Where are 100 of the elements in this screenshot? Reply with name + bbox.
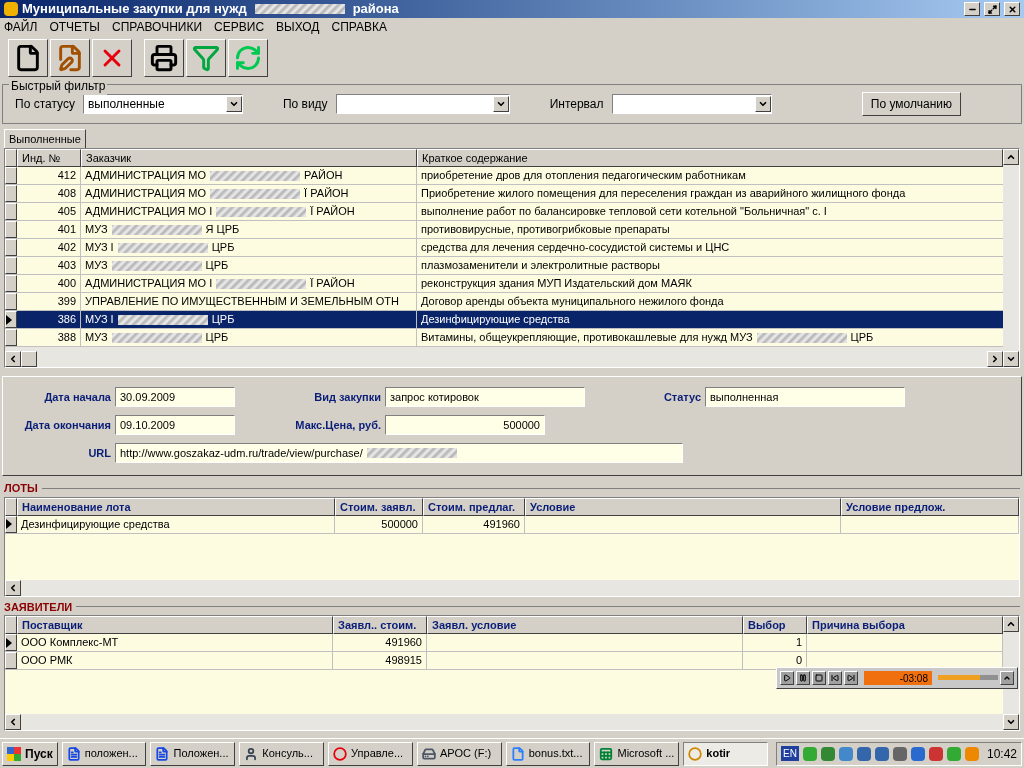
- cell-text: Ї РАЙОН: [310, 204, 355, 220]
- cell-text: ЦРБ: [205, 330, 229, 346]
- window-title: района: [352, 0, 399, 19]
- table-cell-text: ООО РМК: [21, 653, 73, 669]
- column-header[interactable]: Краткое содержание: [417, 149, 1003, 167]
- field-label: Статус: [662, 389, 701, 405]
- table-cell-text: 386: [57, 312, 76, 328]
- table-cell-text: 408: [57, 186, 76, 202]
- column-header[interactable]: Наименование лота: [17, 497, 335, 516]
- table-row[interactable]: 412 АДМИНИСТРАЦИЯ МО РАЙОН приобретение дров для отопления педагогическим работникам: [5, 167, 1003, 185]
- table-row[interactable]: 399 УПРАВЛЕНИЕ ПО ИМУЩЕСТВЕННЫМ И ЗЕМЕЛЬНЫМ ОТН Договор аренды объекта муниципального нежилого фонда: [5, 293, 1003, 311]
- cell-text: Дезинфицирующие средства: [421, 312, 570, 328]
- table-cell-text: 405: [57, 204, 76, 220]
- column-header[interactable]: Условие: [525, 497, 841, 516]
- player-time: -03:08: [864, 670, 932, 685]
- text-field[interactable]: 09.10.2009: [115, 415, 235, 435]
- text-field[interactable]: запрос котировок: [385, 387, 585, 407]
- cell-text: выполнение работ по балансировке тепловой сети котельной "Больничная" с. І: [421, 204, 827, 220]
- menu-item[interactable]: ВЫХОД: [276, 18, 320, 36]
- column-header[interactable]: Стоим. заявл.: [335, 497, 423, 516]
- cell-text: реконструкция здания МУП Издательский дом МАЯК: [421, 276, 692, 292]
- group-title: Быстрый фильтр: [9, 77, 108, 95]
- cell-text: средства для лечения сердечно-сосудистой системы и ЦНС: [421, 240, 730, 256]
- filter-label: По виду: [282, 96, 328, 113]
- section-title: ЗАЯВИТЕЛИ: [4, 599, 73, 615]
- start-button[interactable]: Пуск: [2, 741, 58, 766]
- column-header[interactable]: Заявл.. стоим.: [333, 616, 427, 634]
- taskbar-button[interactable]: kotir: [683, 741, 769, 766]
- table-cell-text: 400: [57, 276, 76, 292]
- field-label: Дата начала: [43, 389, 111, 405]
- table-cell-text: 491960: [385, 635, 422, 651]
- column-header[interactable]: Причина выбора: [807, 616, 1003, 634]
- text-field[interactable]: 30.09.2009: [115, 387, 235, 407]
- cell-text: Я ЦРБ: [205, 222, 240, 238]
- table-cell-text: 491960: [483, 516, 520, 532]
- menu-item[interactable]: СПРАВКА: [331, 18, 387, 36]
- table-cell-text: 1: [795, 635, 802, 651]
- field-label: Дата окончания: [23, 417, 111, 433]
- default-button[interactable]: По умолчанию: [861, 92, 961, 116]
- menu-item[interactable]: ФАЙЛ: [4, 18, 38, 36]
- table-row[interactable]: 403 МУЗ ЦРБ плазмозаменители и электролитные растворы: [5, 257, 1003, 275]
- table-cell-text: 388: [57, 330, 76, 346]
- table-row[interactable]: 388 МУЗ ЦРБ Витамины, общеукрепляющие, противокашлевые для нужд МУЗ ЦРБ: [5, 329, 1003, 347]
- taskbar-button[interactable]: bonus.txt...: [505, 741, 591, 766]
- taskbar-button[interactable]: APOC (F:): [416, 741, 502, 766]
- column-header[interactable]: Заказчик: [81, 149, 417, 167]
- filter-dropdown[interactable]: выполненные: [82, 94, 243, 114]
- cell-text: ЦРБ: [205, 258, 229, 274]
- field-label: URL: [87, 445, 111, 461]
- cell-text: Витамины, общеукрепляющие, противокашлевые для нужд МУЗ: [421, 330, 753, 346]
- table-row[interactable]: 401 МУЗ Я ЦРБ противовирусные, противогрибковые препараты: [5, 221, 1003, 239]
- taskbar-button[interactable]: Управле...: [328, 741, 413, 766]
- table-row[interactable]: 408 АДМИНИСТРАЦИЯ МО Ї РАЙОН Приобретение жилого помещения для переселения граждан из аварийного жилищного фонда: [5, 185, 1003, 203]
- table-row[interactable]: 400 АДМИНИСТРАЦИЯ МО І Ї РАЙОН реконструкция здания МУП Издательский дом МАЯК: [5, 275, 1003, 293]
- column-header[interactable]: Выбор: [743, 616, 807, 634]
- menu-item[interactable]: ОТЧЕТЫ: [49, 18, 100, 36]
- window-title: Муниципальные закупки для нужд: [22, 0, 247, 19]
- table-row[interactable]: 405 АДМИНИСТРАЦИЯ МО І Ї РАЙОН выполнение работ по балансировке тепловой сети котельной "Больничная" с. І: [5, 203, 1003, 221]
- column-header[interactable]: Поставщик: [17, 616, 333, 634]
- language-indicator[interactable]: EN: [781, 746, 799, 761]
- taskbar-button[interactable]: положен...: [61, 741, 147, 766]
- tab[interactable]: Выполненные: [4, 129, 86, 148]
- table-cell-text: 402: [57, 240, 76, 256]
- filter-label: Интервал: [549, 96, 604, 113]
- column-header[interactable]: Заявл. условие: [427, 616, 743, 634]
- cell-text: ЦРБ: [850, 330, 874, 346]
- column-header[interactable]: Условие предлож.: [841, 497, 1019, 516]
- text-field[interactable]: 500000: [385, 415, 545, 435]
- cell-text: приобретение дров для отопления педагогическим работникам: [421, 168, 746, 184]
- taskbar-button[interactable]: Положен...: [150, 741, 236, 766]
- clock: 10:42: [987, 745, 1018, 763]
- column-header[interactable]: Стоим. предлаг.: [423, 497, 525, 516]
- section-title: ЛОТЫ: [4, 481, 38, 496]
- cell-text: МУЗ: [85, 258, 108, 274]
- taskbar-button[interactable]: Консуль...: [239, 741, 325, 766]
- menu-item[interactable]: СЕРВИС: [214, 18, 265, 36]
- cell-text: МУЗ І: [85, 312, 114, 328]
- cell-text: АДМИНИСТРАЦИЯ МО: [85, 186, 207, 202]
- text-field[interactable]: http://www.goszakaz-udm.ru/trade/view/purchase/: [115, 443, 683, 463]
- table-cell-text: 412: [57, 168, 76, 184]
- cell-text: АДМИНИСТРАЦИЯ МО: [85, 168, 207, 184]
- text-field[interactable]: выполненная: [705, 387, 905, 407]
- menu-item[interactable]: СПРАВОЧНИКИ: [112, 18, 203, 36]
- cell-text: МУЗ: [85, 222, 108, 238]
- table-cell-text: 498915: [385, 653, 422, 669]
- taskbar-button[interactable]: Microsoft ...: [594, 741, 680, 766]
- field-label: Макс.Цена, руб.: [294, 417, 381, 433]
- cell-text: плазмозаменители и электролитные растворы: [421, 258, 660, 274]
- table-row[interactable]: 402 МУЗ І ЦРБ средства для лечения сердечно-сосудистой системы и ЦНС: [5, 239, 1003, 257]
- table-row[interactable]: 386 МУЗ І ЦРБ Дезинфицирующие средства: [5, 311, 1003, 329]
- column-header[interactable]: Инд. №: [17, 149, 81, 167]
- cell-text: Договор аренды объекта муниципального нежилого фонда: [421, 294, 724, 310]
- table-cell-text: Дезинфицирующие средства: [21, 516, 170, 532]
- cell-text: Приобретение жилого помещения для переселения граждан из аварийного жилищного фонда: [421, 186, 906, 202]
- table-cell-text: 401: [57, 222, 76, 238]
- cell-text: АДМИНИСТРАЦИЯ МО І: [85, 276, 213, 292]
- table-cell-text: 399: [57, 294, 76, 310]
- table-cell-text: ООО Комплекс-МТ: [21, 635, 119, 651]
- filter-label: По статусу: [15, 96, 75, 113]
- cell-text: РАЙОН: [304, 168, 343, 184]
